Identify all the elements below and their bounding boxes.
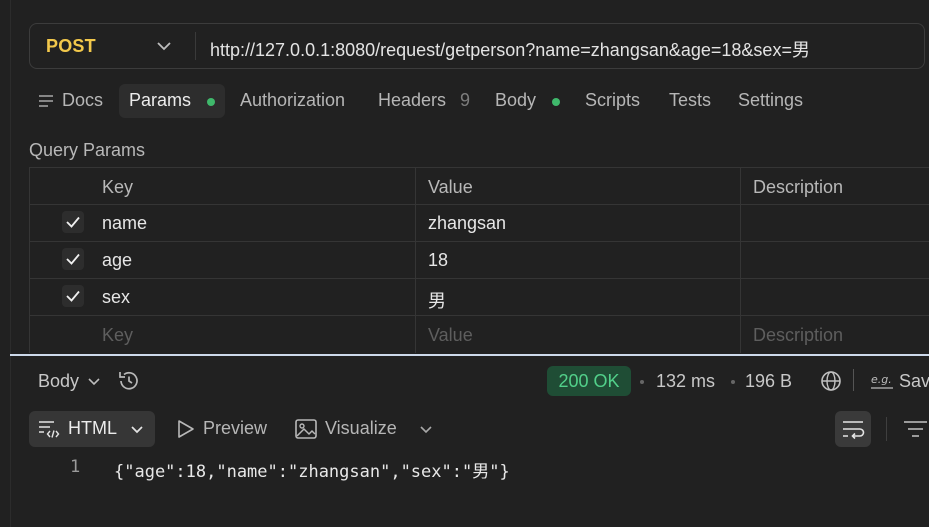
table-divider [29, 315, 929, 316]
save-example-icon[interactable]: e.g. [870, 371, 894, 391]
request-bar: POST http://127.0.0.1:8080/request/getpe… [29, 23, 925, 69]
filter-icon[interactable] [902, 419, 929, 439]
history-icon[interactable] [116, 368, 142, 394]
check-icon [66, 253, 80, 265]
table-border [29, 167, 929, 168]
table-divider [29, 278, 929, 279]
column-divider [740, 167, 741, 353]
code-format-icon [39, 421, 60, 438]
chevron-down-icon[interactable] [88, 374, 100, 388]
left-panel-border [10, 0, 11, 527]
url-input[interactable]: http://127.0.0.1:8080/request/getperson?… [210, 36, 810, 62]
param-checkbox[interactable] [62, 211, 84, 233]
param-key[interactable]: name [102, 213, 147, 234]
docs-icon [39, 95, 53, 107]
play-icon[interactable] [175, 418, 197, 440]
tab-headers[interactable]: Headers [378, 90, 446, 111]
table-divider [29, 241, 929, 242]
column-divider [415, 167, 416, 353]
wrap-lines-icon [843, 421, 865, 440]
status-badge: 200 OK [547, 366, 631, 396]
param-value[interactable]: 18 [428, 250, 448, 271]
save-response-button[interactable]: Sav [899, 371, 929, 392]
format-label: HTML [68, 418, 117, 438]
meta-divider [853, 369, 854, 391]
chevron-down-icon[interactable] [156, 35, 172, 57]
param-value[interactable]: 男 [428, 287, 446, 313]
column-header-description: Description [753, 177, 844, 197]
param-checkbox[interactable] [62, 248, 84, 270]
params-table: Key Value Description name zhangsan age … [29, 167, 929, 353]
response-time: 132 ms [656, 371, 716, 391]
visualize-button[interactable]: Visualize [325, 418, 397, 439]
table-border [29, 167, 30, 353]
query-params-title: Query Params [29, 140, 146, 160]
tab-authorization[interactable]: Authorization [240, 90, 345, 111]
tab-params[interactable]: Params [129, 90, 191, 111]
param-key[interactable]: age [102, 250, 132, 271]
meta-separator [731, 380, 735, 384]
method-divider [195, 32, 196, 60]
globe-icon[interactable] [820, 370, 842, 392]
pane-splitter[interactable] [10, 354, 929, 356]
chevron-down-icon [131, 426, 143, 434]
response-size: 196 B [745, 371, 793, 391]
method-select[interactable]: POST [46, 36, 96, 57]
param-value[interactable]: zhangsan [428, 213, 506, 234]
chevron-down-icon[interactable] [419, 422, 433, 436]
response-body-dropdown[interactable]: Body [38, 371, 79, 392]
column-header-value: Value [428, 177, 473, 197]
param-key[interactable]: sex [102, 287, 130, 308]
new-description-input[interactable]: Description [753, 325, 843, 346]
tab-docs[interactable]: Docs [62, 90, 103, 111]
tab-settings[interactable]: Settings [738, 90, 803, 111]
meta-separator [640, 380, 644, 384]
tab-body[interactable]: Body [495, 90, 536, 111]
params-modified-dot [207, 98, 215, 106]
new-value-input[interactable]: Value [428, 325, 473, 346]
table-divider [29, 204, 929, 205]
wrap-lines-button[interactable] [835, 411, 871, 447]
response-code[interactable]: {"age":18,"name":"zhangsan","sex":"男"} [114, 457, 510, 482]
new-key-input[interactable]: Key [102, 325, 133, 346]
check-icon [66, 216, 80, 228]
toolbar-divider [886, 417, 887, 441]
tab-tests[interactable]: Tests [669, 90, 711, 111]
line-number: 1 [70, 457, 81, 477]
tab-scripts[interactable]: Scripts [585, 90, 640, 111]
param-checkbox[interactable] [62, 285, 84, 307]
column-header-key: Key [102, 177, 134, 197]
headers-count: 9 [460, 90, 471, 110]
svg-text:e.g.: e.g. [871, 373, 892, 386]
preview-button[interactable]: Preview [203, 418, 267, 439]
image-icon[interactable] [294, 417, 318, 441]
check-icon [66, 290, 80, 302]
body-modified-dot [552, 98, 560, 106]
